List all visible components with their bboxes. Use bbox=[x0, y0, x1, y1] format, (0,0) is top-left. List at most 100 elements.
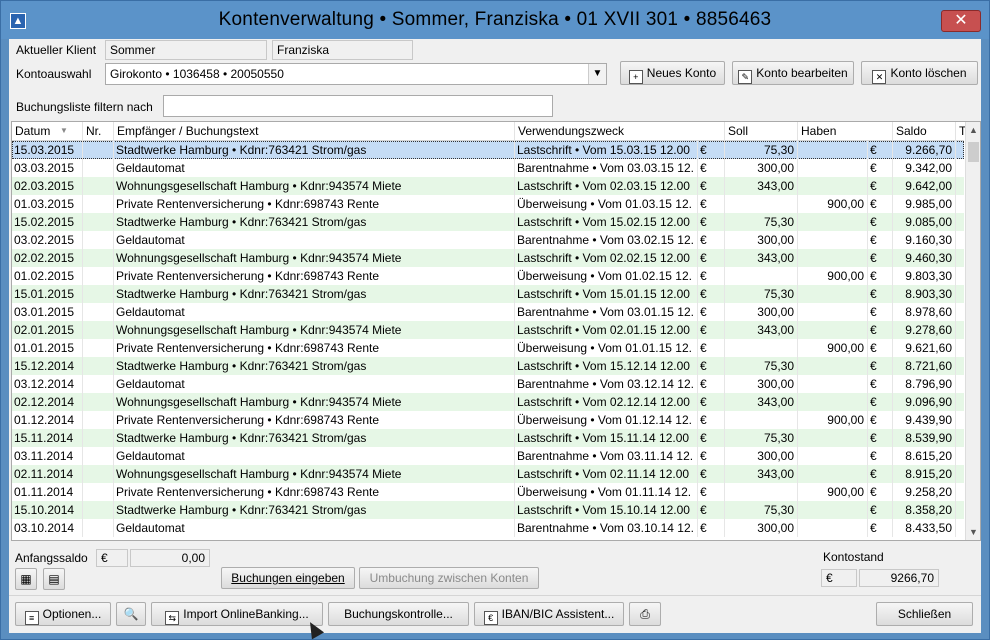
cell-purpose: Lastschrift • Vom 02.02.15 12.00 bbox=[515, 249, 698, 267]
import-onlinebanking-button[interactable]: ⇆ Import OnlineBanking... bbox=[151, 602, 323, 626]
cell-nr bbox=[83, 375, 114, 393]
account-select[interactable]: Girokonto • 1036458 • 20050550 ▼ bbox=[105, 63, 607, 85]
cell-soll: 75,30 bbox=[725, 285, 798, 303]
table-row[interactable]: 03.02.2015 Geldautomat Barentnahme • Vom 0… bbox=[12, 231, 964, 249]
cell-saldo: 9.803,30 bbox=[893, 267, 956, 285]
table-row[interactable]: 15.03.2015 Stadtwerke Hamburg • Kdnr:7634… bbox=[12, 141, 964, 159]
client-lastname-field[interactable]: Sommer bbox=[105, 40, 267, 60]
cell-haben bbox=[798, 159, 868, 177]
table-row[interactable]: 01.01.2015 Private Rentenversicherung • K… bbox=[12, 339, 964, 357]
cell-date: 15.02.2015 bbox=[12, 213, 83, 231]
cell-soll bbox=[725, 267, 798, 285]
cell-cur2: € bbox=[868, 465, 893, 483]
table-row[interactable]: 03.01.2015 Geldautomat Barentnahme • Vom 0… bbox=[12, 303, 964, 321]
cell-cur1: € bbox=[698, 321, 725, 339]
title-bar[interactable]: ▲ Kontenverwaltung • Sommer, Franziska •… bbox=[1, 1, 989, 39]
cell-purpose: Barentnahme • Vom 03.01.15 12. bbox=[515, 303, 698, 321]
clipboard-icon[interactable]: ▤ bbox=[43, 568, 65, 590]
table-row[interactable]: 03.12.2014 Geldautomat Barentnahme • Vom 0… bbox=[12, 375, 964, 393]
delete-account-button[interactable]: ✕ Konto löschen bbox=[861, 61, 978, 85]
cell-purpose: Lastschrift • Vom 02.03.15 12.00 bbox=[515, 177, 698, 195]
cell-purpose: Lastschrift • Vom 02.01.15 12.00 bbox=[515, 321, 698, 339]
cell-soll: 300,00 bbox=[725, 519, 798, 537]
cell-date: 15.03.2015 bbox=[12, 141, 83, 159]
table-row[interactable]: 15.11.2014 Stadtwerke Hamburg • Kdnr:7634… bbox=[12, 429, 964, 447]
search-button[interactable]: 🔍 bbox=[116, 602, 146, 626]
table-row[interactable]: 01.11.2014 Private Rentenversicherung • K… bbox=[12, 483, 964, 501]
client-firstname-field[interactable]: Franziska bbox=[272, 40, 413, 60]
column-header[interactable]: Verwendungszweck bbox=[515, 122, 725, 141]
vertical-scrollbar[interactable]: ▲ ▼ bbox=[965, 122, 980, 540]
cell-saldo: 8.903,30 bbox=[893, 285, 956, 303]
cell-cur1: € bbox=[698, 411, 725, 429]
cell-cur2: € bbox=[868, 375, 893, 393]
table-row[interactable]: 02.02.2015 Wohnungsgesellschaft Hamburg •… bbox=[12, 249, 964, 267]
booking-control-button[interactable]: Buchungskontrolle... bbox=[328, 602, 469, 626]
cell-purpose: Überweisung • Vom 01.02.15 12. bbox=[515, 267, 698, 285]
cell-soll bbox=[725, 339, 798, 357]
column-header[interactable]: Saldo bbox=[893, 122, 956, 141]
table-row[interactable]: 03.11.2014 Geldautomat Barentnahme • Vom 0… bbox=[12, 447, 964, 465]
column-header[interactable]: Empfänger / Buchungstext bbox=[114, 122, 515, 141]
table-row[interactable]: 02.01.2015 Wohnungsgesellschaft Hamburg •… bbox=[12, 321, 964, 339]
cell-date: 01.11.2014 bbox=[12, 483, 83, 501]
cell-recipient: Private Rentenversicherung • Kdnr:698743… bbox=[114, 339, 515, 357]
table-row[interactable]: 02.12.2014 Wohnungsgesellschaft Hamburg •… bbox=[12, 393, 964, 411]
table-row[interactable]: 15.10.2014 Stadtwerke Hamburg • Kdnr:7634… bbox=[12, 501, 964, 519]
cell-cur1: € bbox=[698, 141, 725, 159]
opening-balance-field[interactable]: 0,00 bbox=[130, 549, 210, 567]
cell-recipient: Stadtwerke Hamburg • Kdnr:763421 Strom/g… bbox=[114, 501, 515, 519]
column-header[interactable]: Haben bbox=[798, 122, 893, 141]
column-header[interactable]: Datum bbox=[12, 122, 83, 141]
table-row[interactable]: 02.11.2014 Wohnungsgesellschaft Hamburg •… bbox=[12, 465, 964, 483]
scroll-thumb[interactable] bbox=[968, 142, 979, 162]
transfer-button[interactable]: Umbuchung zwischen Konten bbox=[359, 567, 539, 589]
cell-cur1: € bbox=[698, 465, 725, 483]
options-button[interactable]: ≡ Optionen... bbox=[15, 602, 111, 626]
table-row[interactable]: 01.03.2015 Private Rentenversicherung • K… bbox=[12, 195, 964, 213]
table-row[interactable]: 01.12.2014 Private Rentenversicherung • K… bbox=[12, 411, 964, 429]
calendar-icon[interactable]: ▦ bbox=[15, 568, 37, 590]
cell-saldo: 8.615,20 bbox=[893, 447, 956, 465]
close-dialog-button[interactable]: Schließen bbox=[876, 602, 973, 626]
cell-recipient: Geldautomat bbox=[114, 231, 515, 249]
table-row[interactable]: 02.03.2015 Wohnungsgesellschaft Hamburg •… bbox=[12, 177, 964, 195]
cell-saldo: 9.258,20 bbox=[893, 483, 956, 501]
table-row[interactable]: 15.01.2015 Stadtwerke Hamburg • Kdnr:7634… bbox=[12, 285, 964, 303]
filter-input[interactable] bbox=[163, 95, 553, 117]
cell-cur2: € bbox=[868, 321, 893, 339]
cell-date: 02.12.2014 bbox=[12, 393, 83, 411]
cell-saldo: 9.266,70 bbox=[893, 141, 956, 159]
cell-purpose: Lastschrift • Vom 15.03.15 12.00 bbox=[515, 141, 698, 159]
table-row[interactable]: 15.02.2015 Stadtwerke Hamburg • Kdnr:7634… bbox=[12, 213, 964, 231]
iban-assistant-button[interactable]: € IBAN/BIC Assistent... bbox=[474, 602, 624, 626]
edit-account-button[interactable]: ✎ Konto bearbeiten bbox=[732, 61, 854, 85]
cell-cur1: € bbox=[698, 267, 725, 285]
cell-cur1: € bbox=[698, 213, 725, 231]
column-header[interactable]: Soll bbox=[725, 122, 798, 141]
scroll-up-icon[interactable]: ▲ bbox=[966, 122, 980, 138]
table-row[interactable]: 01.02.2015 Private Rentenversicherung • K… bbox=[12, 267, 964, 285]
chevron-down-icon[interactable]: ▼ bbox=[588, 64, 606, 84]
cell-haben bbox=[798, 465, 868, 483]
cell-date: 03.01.2015 bbox=[12, 303, 83, 321]
close-button[interactable]: ✕ bbox=[941, 10, 981, 32]
table-row[interactable]: 03.03.2015 Geldautomat Barentnahme • Vom 0… bbox=[12, 159, 964, 177]
print-button[interactable]: ⎙ bbox=[629, 602, 661, 626]
cell-cur2: € bbox=[868, 231, 893, 249]
cell-recipient: Stadtwerke Hamburg • Kdnr:763421 Strom/g… bbox=[114, 213, 515, 231]
cell-saldo: 9.642,00 bbox=[893, 177, 956, 195]
table-row[interactable]: 03.10.2014 Geldautomat Barentnahme • Vom 0… bbox=[12, 519, 964, 537]
cell-cur2: € bbox=[868, 141, 893, 159]
cell-soll bbox=[725, 195, 798, 213]
cell-soll: 75,30 bbox=[725, 141, 798, 159]
column-header[interactable]: Nr. bbox=[83, 122, 114, 141]
table-row[interactable]: 15.12.2014 Stadtwerke Hamburg • Kdnr:7634… bbox=[12, 357, 964, 375]
cell-saldo: 9.096,90 bbox=[893, 393, 956, 411]
cell-nr bbox=[83, 303, 114, 321]
enter-bookings-button[interactable]: Buchungen eingeben bbox=[221, 567, 355, 589]
new-account-button[interactable]: + Neues Konto bbox=[620, 61, 725, 85]
booking-table[interactable]: Datum Nr. Empfänger / Buchungstext Verwendu… bbox=[11, 121, 981, 541]
cell-date: 15.01.2015 bbox=[12, 285, 83, 303]
scroll-down-icon[interactable]: ▼ bbox=[966, 524, 980, 540]
